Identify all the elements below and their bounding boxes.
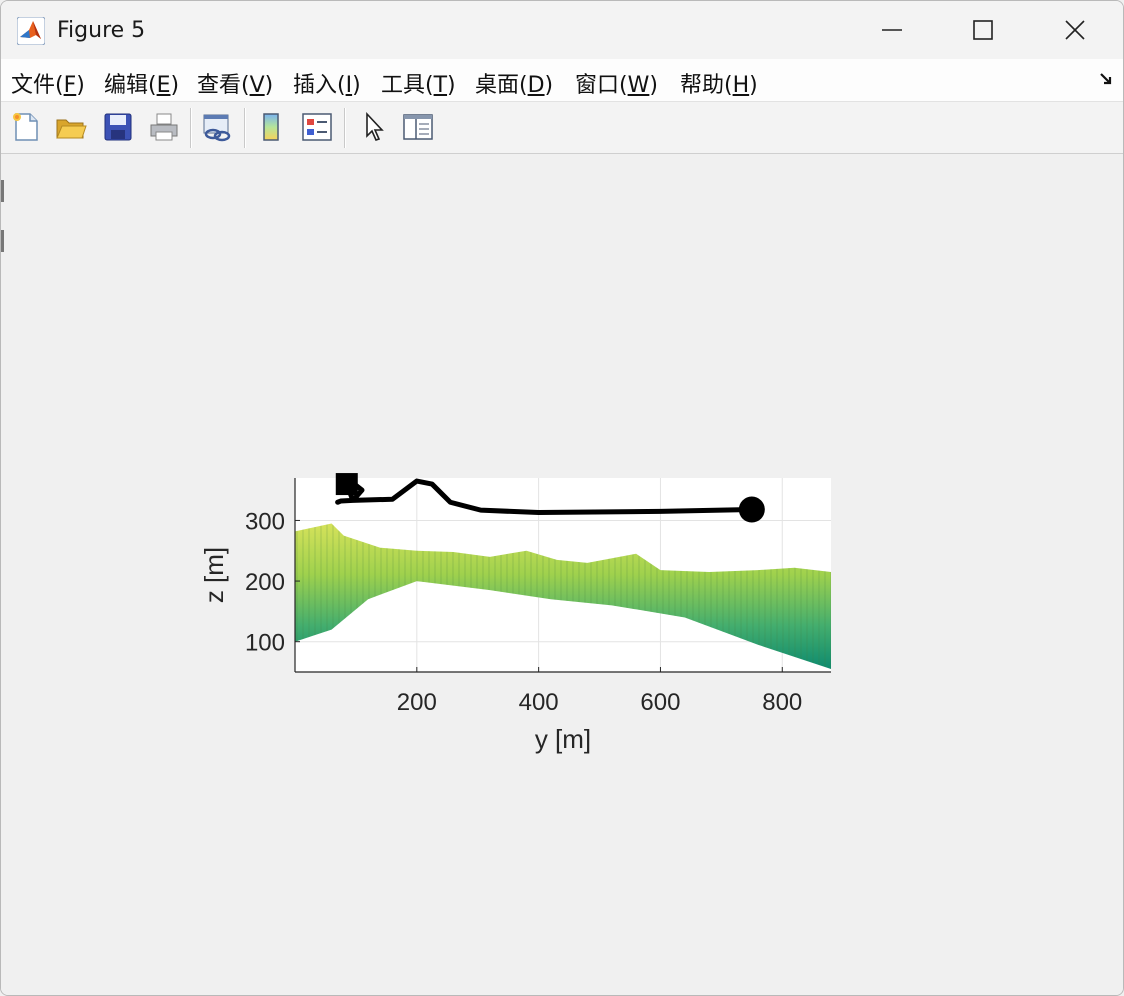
x-tick-label: 400 (519, 689, 559, 716)
maximize-button[interactable] (937, 1, 1029, 59)
figure-window: Figure 5 文件(F) 编辑(E) 查看(V) 插入(I) 工具(T) 桌… (0, 0, 1124, 996)
menu-insert[interactable]: 插入(I) (293, 67, 361, 99)
x-tick-label: 600 (640, 689, 680, 716)
dock-figure-icon[interactable] (1099, 71, 1115, 87)
print-icon (150, 113, 178, 141)
property-inspector-icon (403, 114, 433, 140)
menu-view[interactable]: 查看(V) (197, 67, 273, 99)
open-file-icon (56, 119, 87, 139)
x-axis-label: y [m] (535, 724, 591, 754)
pointer-icon (366, 111, 384, 141)
figure-canvas: 200 400 600 800 100 200 300 y [m] z [m] (1, 154, 1123, 995)
menu-tools[interactable]: 工具(T) (381, 67, 456, 99)
menu-bar: 文件(F) 编辑(E) 查看(V) 插入(I) 工具(T) 桌面(D) 窗口(W… (1, 59, 1123, 102)
legend-button[interactable] (300, 110, 334, 144)
colorbar-button[interactable] (254, 110, 288, 144)
y-tick-label: 200 (245, 569, 285, 596)
x-tick-label: 200 (397, 689, 437, 716)
title-bar[interactable]: Figure 5 (1, 1, 1123, 59)
link-button[interactable] (200, 110, 234, 144)
property-inspector-button[interactable] (401, 110, 435, 144)
toolbar-separator (344, 108, 345, 148)
y-tick-label: 300 (245, 508, 285, 535)
colorbar-icon (263, 113, 279, 141)
matlab-icon (17, 17, 45, 45)
menu-edit[interactable]: 编辑(E) (104, 67, 179, 99)
y-axis-label: z [m] (199, 547, 229, 603)
toolbar-separator (190, 108, 191, 148)
window-title: Figure 5 (57, 18, 146, 43)
toolbar-separator (244, 108, 245, 148)
open-file-button[interactable] (54, 110, 88, 144)
menu-window[interactable]: 窗口(W) (575, 67, 658, 99)
menu-help[interactable]: 帮助(H) (680, 67, 758, 99)
print-button[interactable] (147, 110, 181, 144)
save-button[interactable] (101, 110, 135, 144)
start-marker-square (335, 473, 358, 496)
menu-desktop[interactable]: 桌面(D) (475, 67, 553, 99)
x-tick-label: 800 (762, 689, 802, 716)
close-icon (1065, 20, 1085, 40)
menu-file[interactable]: 文件(F) (11, 67, 85, 99)
minimize-icon (882, 29, 902, 31)
end-marker-circle (738, 496, 765, 523)
y-tick-label: 100 (245, 630, 285, 657)
save-icon (104, 113, 132, 141)
legend-icon (302, 113, 332, 141)
pointer-button[interactable] (357, 110, 391, 144)
minimize-button[interactable] (846, 1, 938, 59)
terrain-chart: 200 400 600 800 100 200 300 y [m] z [m] (199, 473, 831, 754)
toolbar (1, 102, 1123, 154)
new-figure-icon (13, 113, 38, 141)
close-button[interactable] (1029, 1, 1121, 59)
new-figure-button[interactable] (9, 110, 43, 144)
maximize-icon (973, 20, 993, 40)
link-icon (203, 114, 231, 142)
